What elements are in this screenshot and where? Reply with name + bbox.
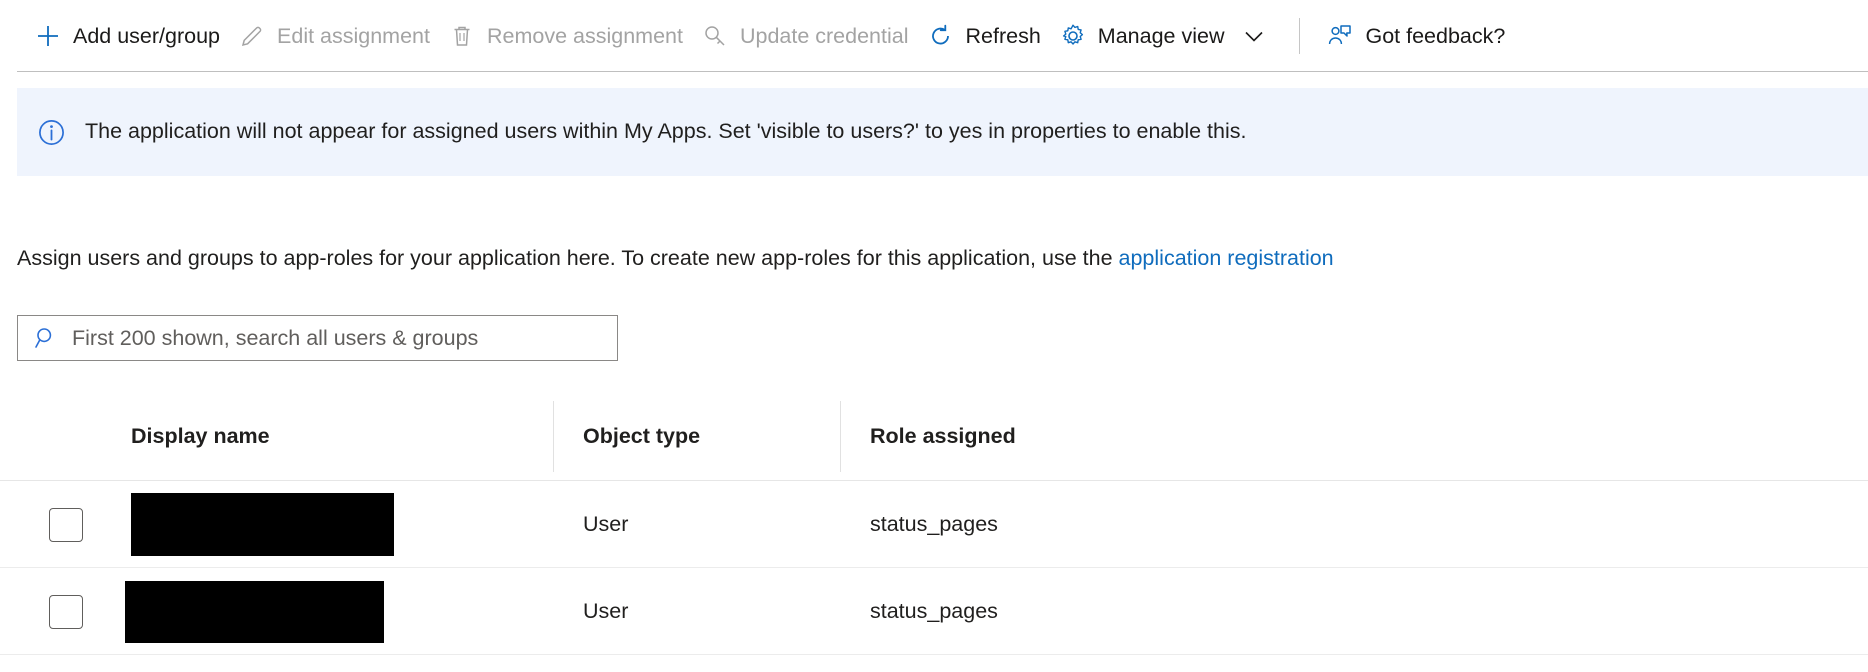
row-checkbox[interactable]	[49, 594, 83, 629]
info-banner: The application will not appear for assi…	[17, 88, 1868, 176]
table-row[interactable]: User status_pages	[0, 568, 1868, 655]
refresh-icon	[927, 22, 955, 50]
add-user-group-button[interactable]: Add user/group	[30, 13, 234, 59]
refresh-button[interactable]: Refresh	[923, 13, 1055, 59]
header-object-type[interactable]: Object type	[553, 392, 840, 481]
application-registration-link[interactable]: application registration	[1119, 246, 1334, 270]
update-credential-label: Update credential	[739, 23, 909, 48]
feedback-person-icon	[1326, 22, 1354, 50]
plus-icon	[34, 22, 62, 50]
search-icon	[34, 326, 58, 350]
cell-role-assigned: status_pages	[870, 599, 998, 623]
header-display-name[interactable]: Display name	[131, 392, 553, 481]
search-input[interactable]	[72, 316, 617, 360]
page-description: Assign users and groups to app-roles for…	[17, 245, 1334, 273]
assignments-table: Display name Object type Role assigned U…	[0, 392, 1868, 655]
command-toolbar: Add user/group Edit assignment Remove as…	[0, 0, 1868, 72]
toolbar-divider	[1299, 18, 1301, 54]
trash-icon	[448, 22, 476, 50]
update-credential-button[interactable]: Update credential	[697, 13, 923, 59]
cell-display-name	[125, 568, 553, 655]
add-user-group-label: Add user/group	[73, 23, 221, 48]
refresh-label: Refresh	[965, 23, 1041, 48]
manage-view-button[interactable]: Manage view	[1055, 13, 1282, 59]
row-checkbox-cell	[0, 568, 131, 655]
header-checkbox-cell	[0, 392, 131, 481]
remove-assignment-label: Remove assignment	[486, 23, 683, 48]
cell-role-assigned: status_pages	[870, 512, 998, 536]
manage-view-label: Manage view	[1097, 23, 1225, 48]
cell-display-name	[131, 481, 553, 568]
chevron-down-icon	[1241, 23, 1267, 49]
info-circle-icon	[38, 119, 65, 146]
header-role-assigned[interactable]: Role assigned	[840, 392, 1868, 481]
info-banner-text: The application will not appear for assi…	[85, 119, 1247, 144]
redacted-display-name	[125, 580, 384, 643]
cell-object-type: User	[583, 512, 629, 536]
row-checkbox-cell	[0, 481, 131, 568]
edit-assignment-button[interactable]: Edit assignment	[234, 13, 444, 59]
row-checkbox[interactable]	[49, 507, 83, 542]
gear-icon	[1059, 22, 1087, 50]
pencil-icon	[238, 22, 266, 50]
table-row[interactable]: User status_pages	[0, 481, 1868, 568]
got-feedback-button[interactable]: Got feedback?	[1322, 13, 1519, 59]
key-icon	[701, 22, 729, 50]
edit-assignment-label: Edit assignment	[277, 23, 430, 48]
table-header-row: Display name Object type Role assigned	[0, 392, 1868, 481]
got-feedback-label: Got feedback?	[1365, 23, 1506, 48]
description-text: Assign users and groups to app-roles for…	[17, 246, 1119, 270]
cell-object-type: User	[583, 599, 629, 623]
redacted-display-name	[131, 493, 394, 556]
remove-assignment-button[interactable]: Remove assignment	[444, 13, 697, 59]
search-box[interactable]	[17, 315, 618, 361]
